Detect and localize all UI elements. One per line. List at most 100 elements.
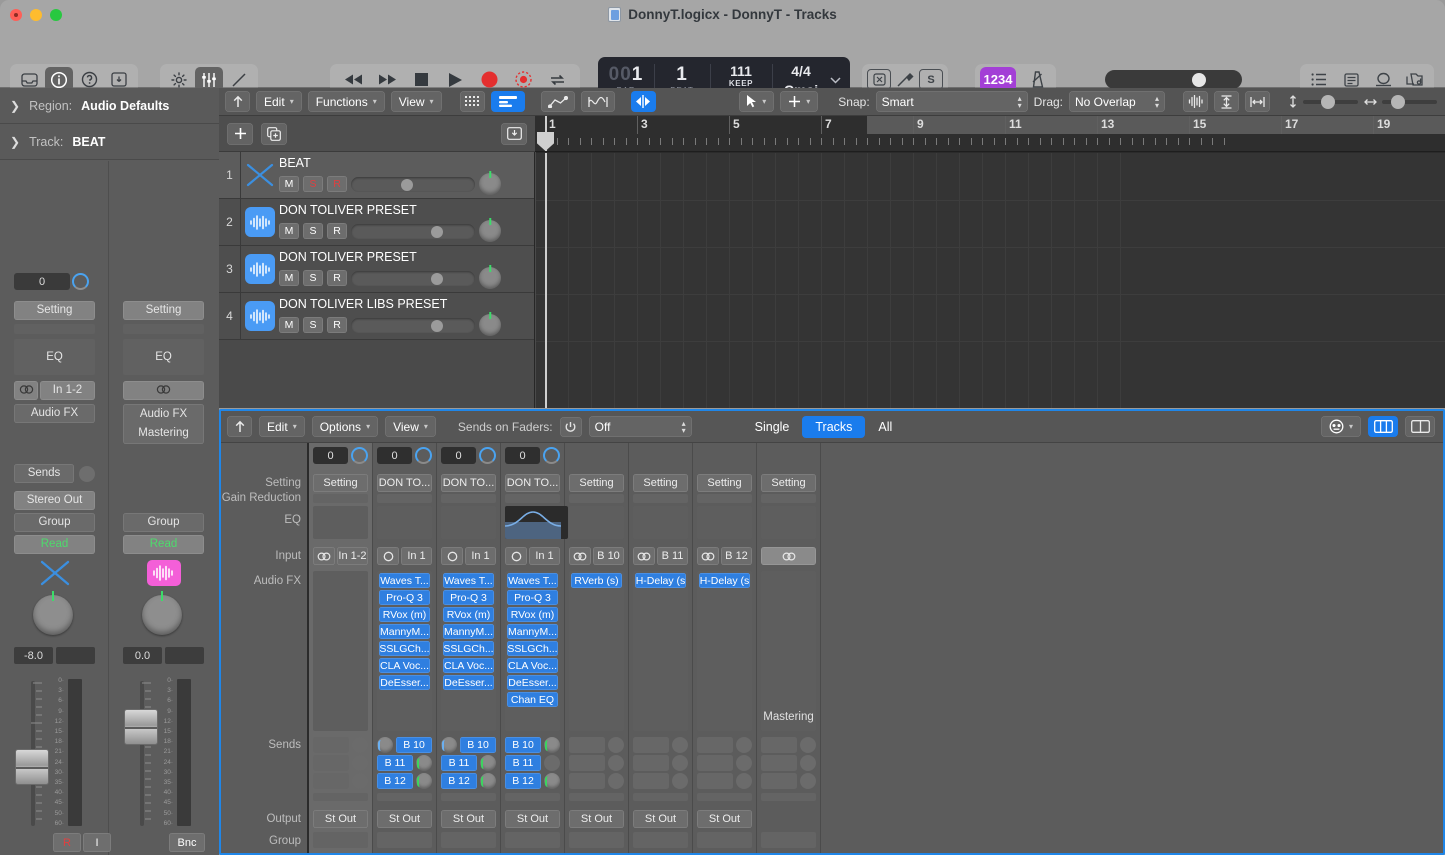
send-slot-row[interactable]: B 12 <box>377 772 432 790</box>
send-level-knob[interactable] <box>544 773 560 789</box>
send-slot[interactable]: B 11 <box>441 755 477 771</box>
send-extra-slot[interactable] <box>569 793 624 801</box>
gain-value[interactable]: 0 <box>14 273 70 290</box>
send-slot[interactable] <box>761 773 797 789</box>
audio-fx-slot[interactable]: Chan EQ <box>507 692 558 707</box>
snap-select[interactable]: Smart ▴▾ <box>876 91 1028 112</box>
mixer-channel-strip[interactable]: SettingB 12H-Delay (sSt Out <box>693 443 757 853</box>
output-select-button[interactable] <box>123 381 204 400</box>
sends-button[interactable]: Sends <box>14 464 74 483</box>
track-name[interactable]: DON TOLIVER LIBS PRESET <box>279 297 534 311</box>
eq-thumbnail[interactable] <box>313 506 368 539</box>
track-icon[interactable] <box>241 152 279 198</box>
send-level-knob[interactable] <box>608 773 624 789</box>
eq-thumbnail[interactable] <box>377 506 432 539</box>
send-extra-slot[interactable] <box>505 793 560 801</box>
send-slot-row[interactable]: B 12 <box>505 772 560 790</box>
audio-fx-slot[interactable]: RVerb (s) <box>571 573 622 588</box>
mixer-channel-strip[interactable]: SettingB 10RVerb (s)St Out <box>565 443 629 853</box>
pan-value[interactable] <box>165 647 204 664</box>
group-button[interactable]: Group <box>123 513 204 532</box>
group-slot[interactable] <box>377 832 432 848</box>
setting-button[interactable]: DON TO... <box>505 474 560 492</box>
eq-thumbnail[interactable] <box>761 506 816 539</box>
track-row[interactable]: 1BEATMSR <box>219 152 534 199</box>
mono-icon[interactable] <box>377 547 399 565</box>
group-slot[interactable] <box>441 832 496 848</box>
setting-button[interactable]: Setting <box>569 474 624 492</box>
audio-fx-slot[interactable]: MannyM... <box>507 624 558 639</box>
send-slot-row[interactable] <box>697 736 752 754</box>
volume-knob[interactable] <box>1192 73 1206 87</box>
gain-knob[interactable] <box>72 273 89 290</box>
group-button[interactable]: Group <box>14 513 95 532</box>
send-slot-row[interactable]: B 10 <box>505 736 560 754</box>
setting-button[interactable]: DON TO... <box>441 474 496 492</box>
list-view-icon[interactable] <box>491 91 525 112</box>
track-pan-knob[interactable] <box>479 220 501 242</box>
channel-strip-options-icon[interactable]: ▾ <box>1321 416 1361 437</box>
mixer-channel-strip[interactable]: 0DON TO...In 1Waves T...Pro-Q 3RVox (m)M… <box>373 443 437 853</box>
send-slot[interactable]: B 10 <box>460 737 496 753</box>
grid-view-icon[interactable] <box>460 91 485 112</box>
volume-value[interactable]: 0.0 <box>123 647 162 664</box>
audio-fx-slot[interactable]: CLA Voc... <box>379 658 430 673</box>
automation-mode-button[interactable]: Read <box>14 535 95 554</box>
eq-display[interactable]: EQ <box>123 348 204 367</box>
record-enable-button[interactable]: R <box>53 833 81 852</box>
track-solo-button[interactable]: S <box>303 270 323 286</box>
send-slot[interactable]: B 11 <box>377 755 413 771</box>
send-slot[interactable] <box>313 737 349 753</box>
group-slot[interactable] <box>505 832 560 848</box>
gain-value[interactable]: 0 <box>441 447 476 464</box>
track-solo-button[interactable]: S <box>303 176 323 192</box>
gain-value[interactable]: 0 <box>505 447 540 464</box>
output-button[interactable]: Stereo Out <box>14 491 95 510</box>
send-level-knob[interactable] <box>800 773 816 789</box>
audio-fx-slot[interactable]: MannyM... <box>443 624 494 639</box>
track-icon[interactable] <box>241 199 279 245</box>
mixer-channel-strip[interactable]: SettingB 11H-Delay (sSt Out <box>629 443 693 853</box>
output-button[interactable]: St Out <box>697 810 752 828</box>
send-slot[interactable]: B 12 <box>441 773 477 789</box>
audio-fx-rack[interactable] <box>313 571 368 731</box>
eq-thumbnail[interactable] <box>505 506 568 539</box>
send-extra-slot[interactable] <box>761 793 816 801</box>
group-slot[interactable] <box>313 832 368 848</box>
send-slot[interactable] <box>697 773 733 789</box>
track-record-button[interactable]: R <box>327 176 347 192</box>
send-slot-row[interactable] <box>569 736 624 754</box>
track-mute-button[interactable]: M <box>279 176 299 192</box>
flex-icon[interactable] <box>581 91 615 112</box>
volume-fader[interactable] <box>15 749 49 785</box>
track-icon[interactable] <box>241 246 279 292</box>
send-slot[interactable]: B 10 <box>505 737 541 753</box>
send-slot[interactable] <box>569 755 605 771</box>
setting-button[interactable]: Setting <box>313 474 368 492</box>
send-slot[interactable] <box>569 773 605 789</box>
send-slot[interactable] <box>697 737 733 753</box>
track-solo-button[interactable]: S <box>303 223 323 239</box>
audio-fx-rack[interactable] <box>761 571 816 731</box>
audio-fx-slot[interactable]: RVox (m) <box>507 607 558 622</box>
output-button[interactable]: St Out <box>633 810 688 828</box>
input-button[interactable]: In 1-2 <box>337 547 368 565</box>
close-button[interactable] <box>10 9 22 21</box>
send-slot-row[interactable] <box>569 772 624 790</box>
up-arrow-icon[interactable] <box>227 416 252 437</box>
sends-on-faders-select[interactable]: Off ▴▾ <box>589 416 692 437</box>
mastering-slot[interactable]: Mastering <box>123 424 204 443</box>
audio-fx-slot[interactable]: DeEsser... <box>507 675 558 690</box>
gain-knob[interactable] <box>479 447 496 464</box>
audio-fx-rack[interactable]: Waves T...Pro-Q 3RVox (m)MannyM...SSLGCh… <box>441 571 496 731</box>
waveform-zoom-icon[interactable] <box>1183 91 1208 112</box>
menu-edit[interactable]: Edit▾ <box>256 91 302 112</box>
send-level-knob[interactable] <box>608 755 624 771</box>
input-button[interactable]: In 1 <box>529 547 560 565</box>
send-slot[interactable] <box>761 755 797 771</box>
audio-fx-button[interactable]: Audio FX <box>14 404 95 423</box>
send-slot-row[interactable] <box>313 772 368 790</box>
vertical-zoom-slider[interactable] <box>1288 95 1358 108</box>
menu-edit[interactable]: Edit▾ <box>259 416 305 437</box>
send-slot[interactable] <box>633 755 669 771</box>
